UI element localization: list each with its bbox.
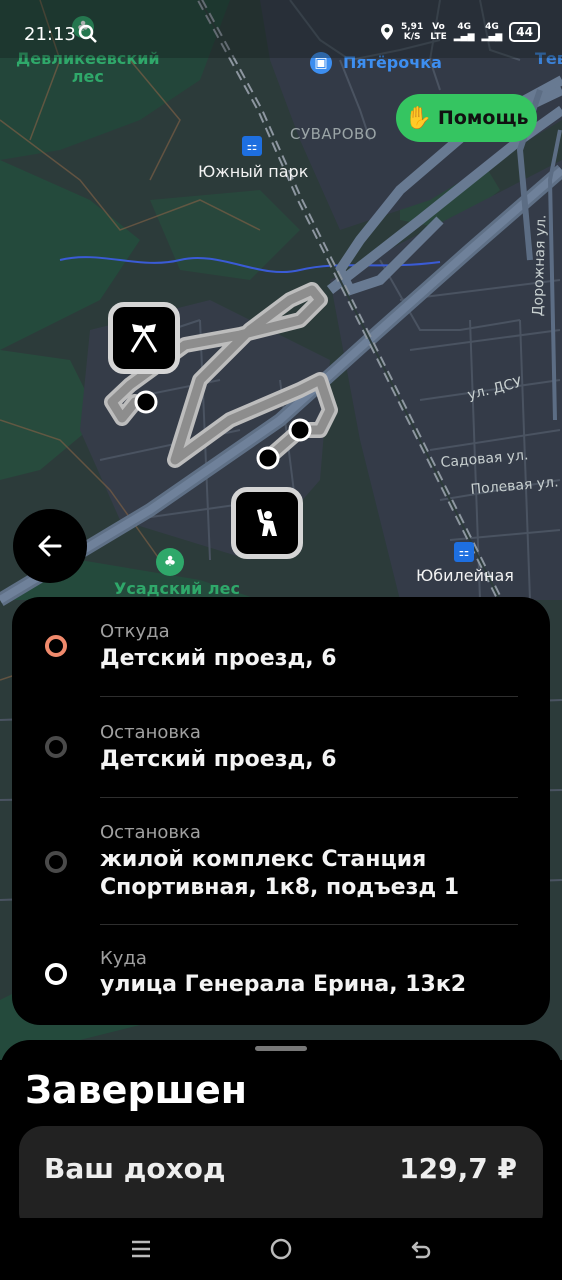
home-button[interactable] (266, 1234, 296, 1264)
help-button-label: Помощь (437, 107, 529, 129)
finish-flags-marker[interactable] (108, 302, 180, 374)
system-nav-bar (0, 1218, 562, 1280)
route-address: жилой комплекс Станция Спортивная, 1к8, … (100, 847, 460, 900)
home-circle-icon (270, 1238, 292, 1260)
route-kind: Остановка (100, 722, 201, 743)
volte-indicator: Vo LTE (430, 22, 447, 42)
train-station-icon[interactable]: ⚏ (454, 542, 474, 562)
order-status-title: Завершен (25, 1068, 248, 1112)
pickup-person-marker[interactable] (231, 487, 303, 559)
recent-apps-button[interactable] (126, 1234, 156, 1264)
sheet-drag-handle[interactable] (255, 1046, 307, 1051)
help-button[interactable]: ✋ Помощь (396, 94, 537, 142)
signal-1: 4G ▂▄▆ (453, 22, 475, 42)
waving-hand-icon: ✋ (404, 105, 432, 131)
label-yubileynaya[interactable]: Юбилейная (416, 566, 514, 585)
signal-2: 4G ▂▄▆ (481, 22, 503, 42)
route-address: Детский проезд, 6 (100, 747, 337, 772)
income-value: 129,7 ₽ (399, 1152, 517, 1185)
status-time: 21:13 (24, 24, 76, 45)
battery-icon: 44 (509, 22, 540, 42)
search-icon (78, 24, 97, 43)
divider (100, 797, 518, 798)
order-bottom-sheet[interactable]: Завершен Ваш доход 129,7 ₽ (0, 1040, 562, 1236)
destination-dot-icon (45, 963, 67, 985)
route-kind: Остановка (100, 822, 201, 843)
forest-icon: ♣ (156, 548, 184, 576)
back-arrow-icon (411, 1241, 431, 1259)
arrow-left-icon (38, 535, 62, 557)
status-icons: 5,91 K/S Vo LTE 4G ▂▄▆ 4G ▂▄▆ 44 (380, 22, 540, 42)
route-kind: Откуда (100, 621, 170, 642)
train-station-icon[interactable]: ⚏ (242, 136, 262, 156)
label-usadsky: Усадский лес (114, 579, 240, 598)
label-suvarovo: СУВАРОВО (290, 125, 378, 143)
menu-lines-icon (132, 1240, 150, 1258)
status-bar: 21:13 5,91 K/S Vo LTE 4G ▂▄▆ 4G ▂▄▆ 44 (0, 0, 562, 58)
back-nav-button[interactable] (406, 1234, 436, 1264)
location-icon (381, 24, 393, 40)
divider (100, 696, 518, 697)
route-kind: Куда (100, 948, 147, 969)
waving-person-icon (257, 509, 277, 536)
stop-dot-icon (45, 736, 67, 758)
origin-dot-icon (45, 635, 67, 657)
label-yuzhny-park[interactable]: Южный парк (198, 162, 308, 181)
crossed-flags-icon (130, 324, 158, 353)
net-speed: 5,91 K/S (401, 22, 424, 42)
stop-dot-icon (45, 851, 67, 873)
divider (100, 924, 518, 925)
route-address: Детский проезд, 6 (100, 646, 337, 671)
back-button[interactable] (13, 509, 87, 583)
route-card: Откуда Детский проезд, 6 Остановка Детск… (12, 597, 550, 1025)
income-label: Ваш доход (44, 1152, 226, 1185)
route-address: улица Генерала Ерина, 13к2 (100, 972, 467, 997)
